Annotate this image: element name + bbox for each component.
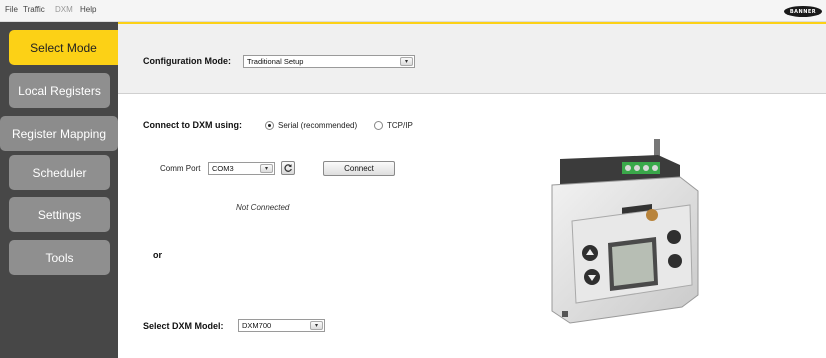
comm-port-select[interactable]: COM3 ▾ <box>208 162 275 175</box>
comm-port-label: Comm Port <box>160 164 201 173</box>
serial-radio[interactable] <box>265 121 274 130</box>
or-label: or <box>153 250 162 260</box>
tcpip-radio-label: TCP/IP <box>387 121 413 130</box>
dxm-device-image <box>551 139 699 324</box>
chevron-down-icon[interactable]: ▾ <box>400 57 413 66</box>
sidebar: Select Mode Local Registers Register Map… <box>0 22 118 358</box>
config-mode-label: Configuration Mode: <box>143 56 231 66</box>
sidebar-item-register-mapping[interactable]: Register Mapping <box>0 116 118 151</box>
config-mode-value: Traditional Setup <box>247 57 304 66</box>
menu-bar: File Traffic DXM Help BANNER <box>0 0 826 22</box>
config-mode-select[interactable]: Traditional Setup ▾ <box>243 55 415 68</box>
sidebar-item-tools[interactable]: Tools <box>9 240 110 275</box>
dxm-model-select[interactable]: DXM700 ▾ <box>238 319 325 332</box>
menu-file[interactable]: File <box>5 5 18 14</box>
dxm-model-value: DXM700 <box>242 321 272 330</box>
chevron-down-icon[interactable]: ▾ <box>260 164 273 173</box>
refresh-icon <box>284 164 292 172</box>
connect-label: Connect to DXM using: <box>143 120 242 130</box>
comm-port-value: COM3 <box>212 164 234 173</box>
chevron-down-icon[interactable]: ▾ <box>310 321 323 330</box>
menu-traffic[interactable]: Traffic <box>23 5 45 14</box>
select-model-label: Select DXM Model: <box>143 321 224 331</box>
connect-button[interactable]: Connect <box>323 161 395 176</box>
menu-help[interactable]: Help <box>80 5 96 14</box>
connection-status: Not Connected <box>236 203 290 212</box>
tcpip-radio[interactable] <box>374 121 383 130</box>
serial-radio-label: Serial (recommended) <box>278 121 358 130</box>
sidebar-item-scheduler[interactable]: Scheduler <box>9 155 110 190</box>
refresh-ports-button[interactable] <box>281 161 295 175</box>
sidebar-item-settings[interactable]: Settings <box>9 197 110 232</box>
sidebar-item-select-mode[interactable]: Select Mode <box>9 30 118 65</box>
sidebar-item-local-registers[interactable]: Local Registers <box>9 73 110 108</box>
main-panel: Configuration Mode: Traditional Setup ▾ … <box>118 22 826 358</box>
banner-logo: BANNER <box>784 6 822 17</box>
menu-dxm[interactable]: DXM <box>55 5 73 14</box>
configuration-band: Configuration Mode: Traditional Setup ▾ <box>118 22 826 94</box>
